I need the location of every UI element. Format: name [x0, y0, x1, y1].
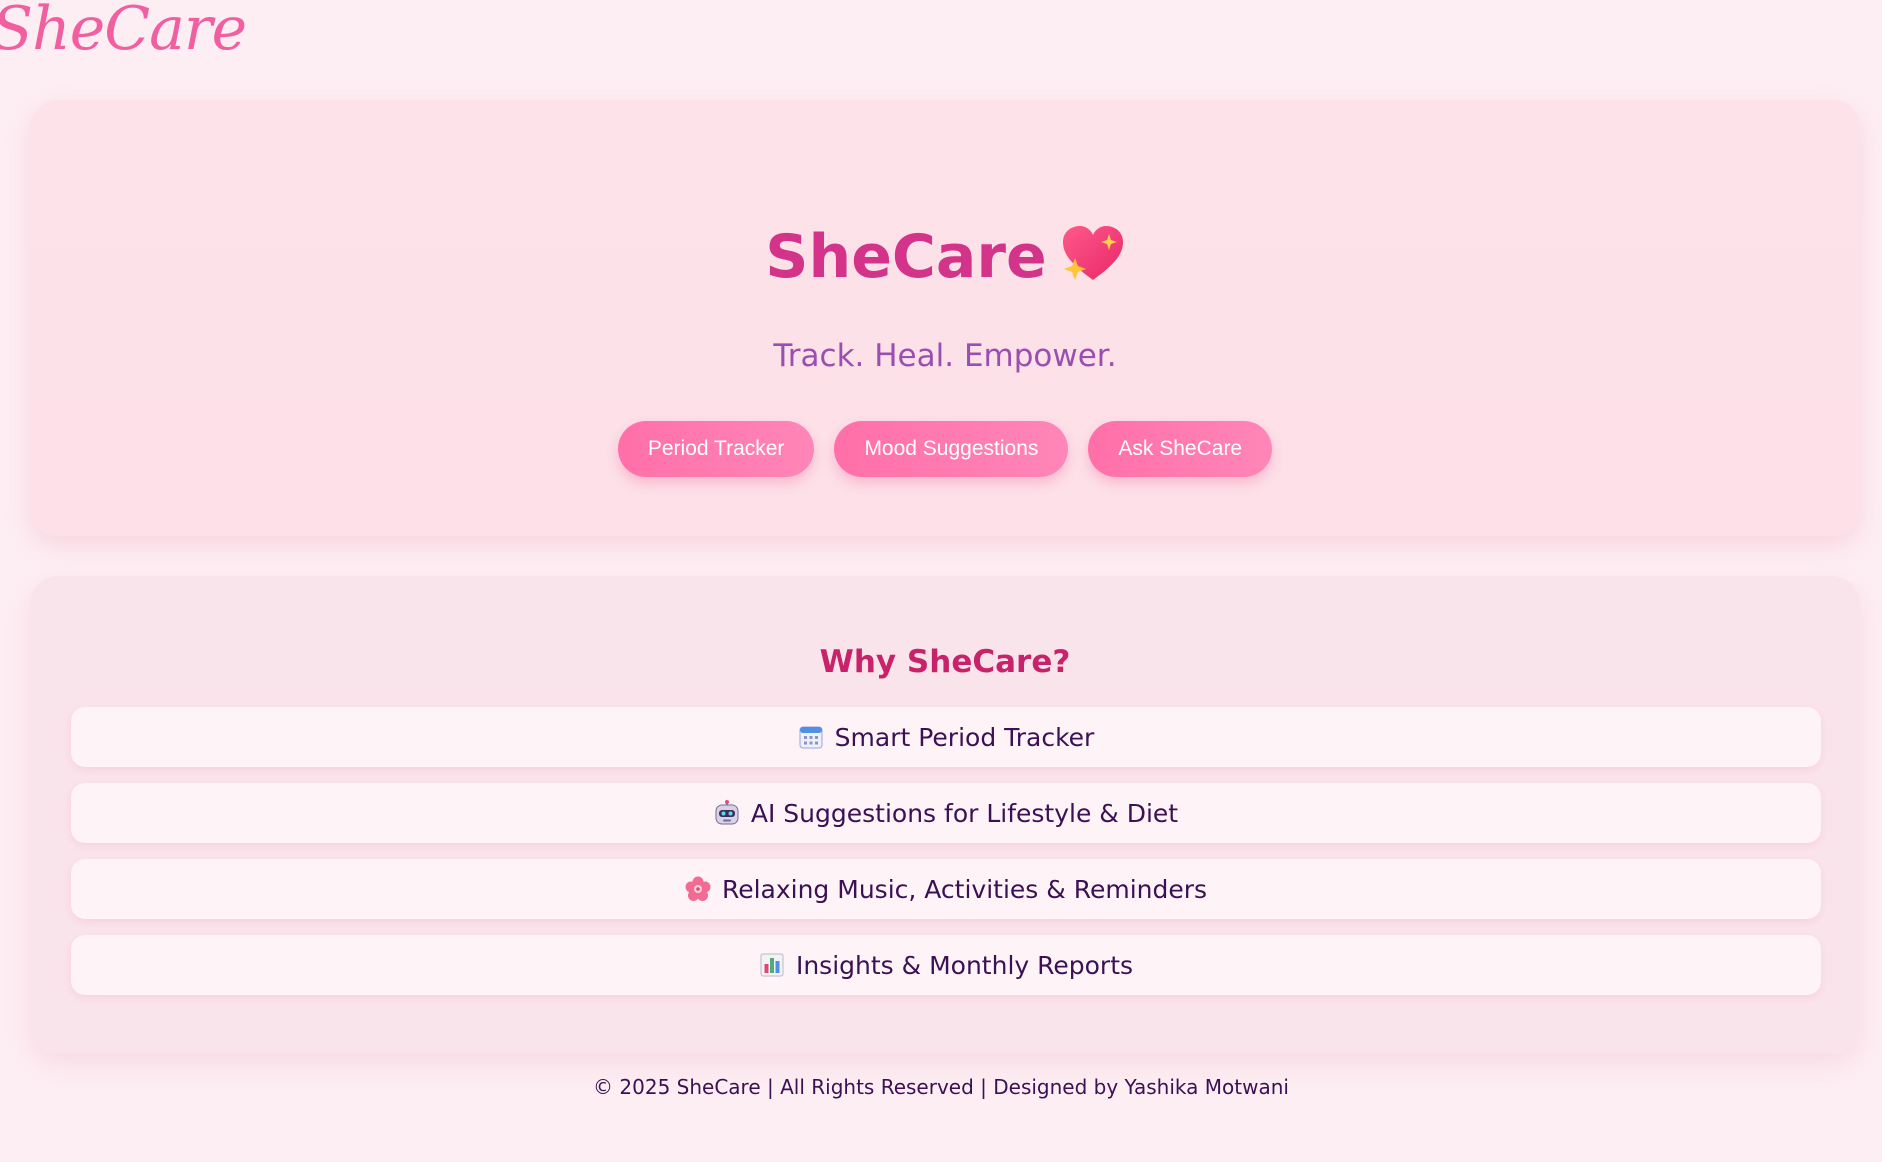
- features-title: Why SheCare?: [819, 644, 1071, 680]
- feature-item-relaxing: Relaxing Music, Activities & Reminders: [71, 859, 1821, 919]
- hero-title-text: SheCare: [765, 222, 1047, 292]
- period-tracker-button[interactable]: Period Tracker: [617, 421, 815, 477]
- feature-list: Smart Period Tracker AI Suggestions for …: [71, 707, 1821, 1011]
- mood-suggestions-button[interactable]: Mood Suggestions: [834, 421, 1069, 477]
- calendar-icon: [798, 724, 824, 750]
- feature-item-ai-suggestions: AI Suggestions for Lifestyle & Diet: [71, 783, 1821, 843]
- ask-shecare-button[interactable]: Ask SheCare: [1088, 421, 1273, 477]
- feature-item-insights: Insights & Monthly Reports: [71, 935, 1821, 995]
- brand-logo[interactable]: SheCare: [0, 0, 247, 64]
- feature-label: Insights & Monthly Reports: [795, 950, 1134, 980]
- robot-icon: [714, 800, 740, 826]
- features-section: Why SheCare? Smart Period Tracker AI Sug…: [30, 576, 1860, 1054]
- hero-title: SheCare: [30, 222, 1860, 292]
- cherry-blossom-icon: [685, 876, 711, 902]
- feature-label: Relaxing Music, Activities & Reminders: [721, 874, 1208, 904]
- hero-tagline: Track. Heal. Empower.: [773, 338, 1117, 374]
- hero-button-group: Period Tracker Mood Suggestions Ask SheC…: [30, 421, 1860, 477]
- hero-section: SheCare Track. Heal. Empower. Period Tra…: [30, 100, 1860, 536]
- feature-item-period-tracker: Smart Period Tracker: [71, 707, 1821, 767]
- footer-text: © 2025 SheCare | All Rights Reserved | D…: [593, 1075, 1289, 1099]
- bar-chart-icon: [759, 952, 785, 978]
- feature-label: Smart Period Tracker: [834, 722, 1095, 752]
- feature-label: AI Suggestions for Lifestyle & Diet: [750, 798, 1179, 828]
- sparkling-heart-icon: [1061, 224, 1125, 284]
